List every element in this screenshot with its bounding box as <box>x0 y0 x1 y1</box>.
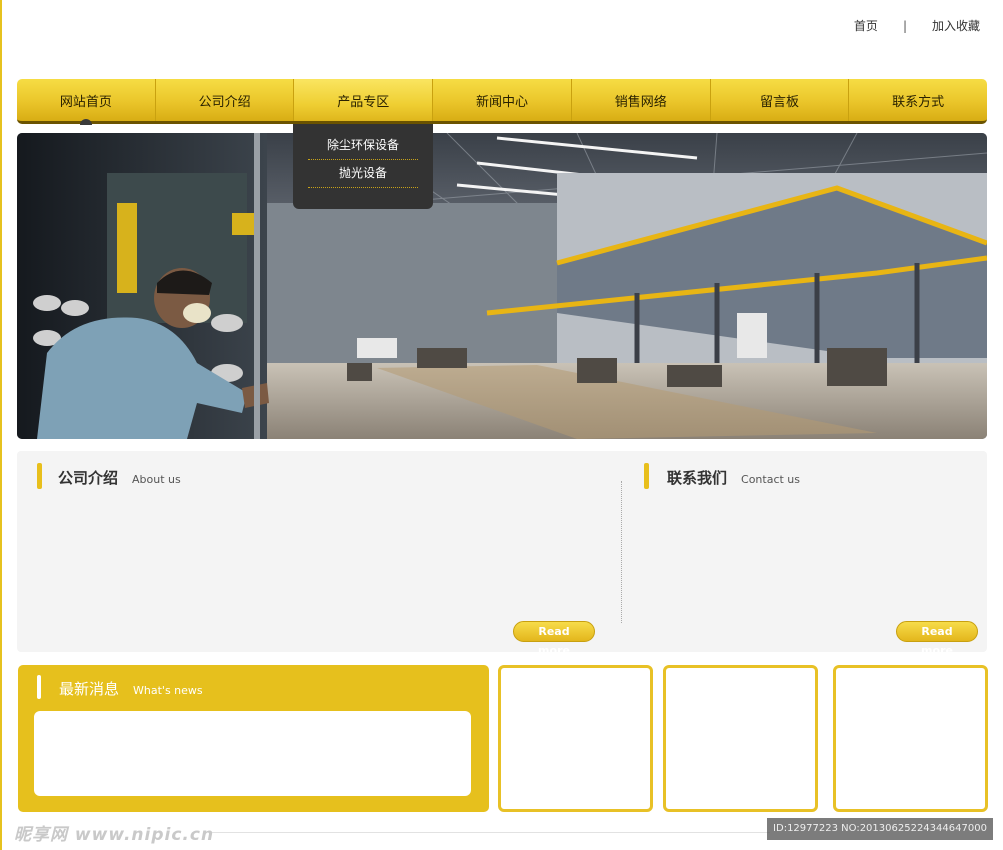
contact-title: 联系我们 <box>667 469 728 487</box>
about-title: 公司介绍 <box>58 469 119 487</box>
contact-heading: 联系我们 Contact us <box>667 467 800 488</box>
nav-item-label: 产品专区 <box>337 94 390 110</box>
nav-item-sales-network[interactable]: 销售网络 <box>572 79 711 121</box>
latest-news-panel: 最新消息 What's news <box>18 665 489 812</box>
contact-read-more-button[interactable]: Read more <box>896 621 978 657</box>
nav-item-label: 销售网络 <box>614 94 667 110</box>
nav-item-products[interactable]: 产品专区 <box>294 79 434 121</box>
home-link[interactable]: 首页 <box>854 17 878 34</box>
about-read-more-button[interactable]: Read more <box>513 621 595 657</box>
dropdown-item-dust-removal[interactable]: 除尘环保设备 <box>308 132 418 160</box>
news-heading: 最新消息 What's news <box>59 678 203 699</box>
nav-item-about[interactable]: 公司介绍 <box>156 79 295 121</box>
top-links: 首页 | 加入收藏 <box>854 17 980 34</box>
products-dropdown-menu: 除尘环保设备 抛光设备 <box>293 124 433 209</box>
nav-item-label: 公司介绍 <box>198 94 251 110</box>
thumbnail-box-2[interactable] <box>663 665 818 812</box>
news-subtitle: What's news <box>133 684 203 697</box>
dropdown-item-polishing[interactable]: 抛光设备 <box>308 160 418 188</box>
thumbnail-box-1[interactable] <box>498 665 653 812</box>
nav-item-home[interactable]: 网站首页 <box>17 79 156 125</box>
thumbnail-box-3[interactable] <box>833 665 988 812</box>
nav-active-indicator <box>79 119 92 125</box>
nav-item-guestbook[interactable]: 留言板 <box>711 79 850 121</box>
nav-item-contact[interactable]: 联系方式 <box>849 79 987 121</box>
nav-item-label: 新闻中心 <box>476 94 529 110</box>
left-accent-line <box>0 0 2 850</box>
contact-title-bar <box>644 463 649 489</box>
about-subtitle: About us <box>132 473 181 486</box>
about-contact-panel: 公司介绍 About us 联系我们 Contact us Read more … <box>17 451 987 657</box>
nav-item-news[interactable]: 新闻中心 <box>433 79 572 121</box>
factory-banner-image <box>17 133 987 439</box>
top-links-separator: | <box>902 18 907 33</box>
about-heading: 公司介绍 About us <box>58 467 181 488</box>
nav-item-label: 网站首页 <box>59 94 112 110</box>
nav-item-label: 联系方式 <box>892 94 945 110</box>
watermark-id: ID:12977223 NO:20130625224344647000 <box>767 818 993 840</box>
news-title-bar <box>37 675 41 699</box>
panel-divider <box>621 481 622 623</box>
nav-item-label: 留言板 <box>759 94 799 110</box>
main-nav: 网站首页 公司介绍 产品专区 新闻中心 销售网络 留言板 联系方式 <box>17 79 987 125</box>
footer-divider <box>210 832 770 833</box>
news-content-box <box>34 711 471 796</box>
about-title-bar <box>37 463 42 489</box>
watermark-logo: 昵享网 www.nipic.cn <box>14 825 215 845</box>
bookmark-link[interactable]: 加入收藏 <box>932 17 980 34</box>
contact-subtitle: Contact us <box>741 473 801 486</box>
news-title: 最新消息 <box>59 680 120 698</box>
